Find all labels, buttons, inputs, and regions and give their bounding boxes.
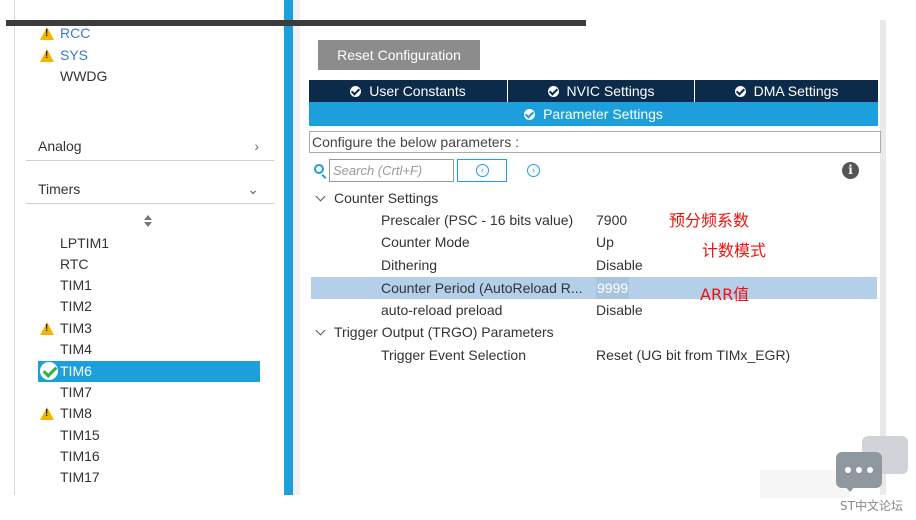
- sidebar-item-label: TIM8: [60, 405, 92, 421]
- param-name: Counter Mode: [381, 234, 470, 250]
- chevron-right-icon: ›: [254, 138, 259, 154]
- category-analog[interactable]: Analog ›: [38, 130, 273, 162]
- annotation-prescaler: 预分频系数: [669, 211, 750, 230]
- check-circle-icon: [547, 86, 559, 97]
- sort-icon[interactable]: [143, 214, 153, 228]
- sidebar-item-label: TIM6: [60, 363, 92, 379]
- configure-label: Configure the below parameters :: [309, 131, 881, 153]
- group-title: Counter Settings: [334, 190, 439, 206]
- warning-icon: [40, 407, 54, 420]
- group-counter-settings[interactable]: Counter Settings: [314, 187, 438, 209]
- sidebar-item-label: WWDG: [60, 68, 108, 84]
- panel-scrollbar[interactable]: [880, 20, 886, 495]
- param-row-counter-mode[interactable]: Counter Mode Up: [311, 231, 877, 253]
- chat-bubble-icon: [836, 452, 882, 492]
- sidebar-item-tim6[interactable]: TIM6: [38, 361, 260, 382]
- tab-nvic-settings[interactable]: NVIC Settings: [507, 80, 694, 102]
- search-prev-button[interactable]: ‹: [457, 159, 507, 182]
- category-label: Timers: [38, 181, 81, 197]
- tab-dma-settings[interactable]: DMA Settings: [694, 80, 878, 102]
- category-divider: [26, 160, 274, 161]
- search-next-button[interactable]: ›: [526, 163, 542, 179]
- search-icon: [314, 164, 324, 174]
- param-value[interactable]: Disable: [596, 254, 643, 276]
- param-value[interactable]: Up: [596, 231, 614, 253]
- watermark-text: ST中文论坛: [840, 499, 903, 513]
- tab-label: Parameter Settings: [543, 106, 663, 122]
- sidebar-item-label: TIM1: [60, 277, 92, 293]
- param-row-trigger-event-selection[interactable]: Trigger Event Selection Reset (UG bit fr…: [311, 344, 877, 366]
- sidebar-item-label: TIM7: [60, 384, 92, 400]
- tab-bar: User Constants NVIC Settings DMA Setting…: [309, 80, 878, 102]
- check-circle-icon: [524, 109, 536, 120]
- param-value[interactable]: Disable: [596, 299, 643, 321]
- chevron-down-icon: [315, 191, 326, 202]
- tab-label: NVIC Settings: [566, 83, 655, 99]
- warning-icon: [40, 322, 54, 335]
- tab-label: DMA Settings: [753, 83, 839, 99]
- sidebar-item-label: TIM16: [60, 448, 100, 464]
- sidebar-item-label: RCC: [60, 25, 91, 41]
- sidebar-item-label: LPTIM1: [60, 235, 110, 251]
- chevron-left-icon: ‹: [476, 164, 489, 177]
- annotation-arr: ARR值: [700, 285, 750, 304]
- panel-gap: [293, 0, 300, 495]
- category-label: Analog: [38, 138, 82, 154]
- tab-parameter-settings[interactable]: Parameter Settings: [309, 102, 878, 126]
- sidebar-item-label: SYS: [60, 47, 89, 63]
- param-row-dithering[interactable]: Dithering Disable: [311, 254, 877, 276]
- param-name: auto-reload preload: [381, 302, 503, 318]
- sidebar-item-label: TIM2: [60, 298, 92, 314]
- warning-icon: [40, 49, 54, 62]
- group-trigger-output[interactable]: Trigger Output (TRGO) Parameters: [314, 321, 554, 343]
- param-name: Trigger Event Selection: [381, 347, 526, 363]
- chevron-down-icon: [315, 325, 326, 336]
- check-circle-icon: [350, 86, 362, 97]
- param-name: Prescaler (PSC - 16 bits value): [381, 212, 574, 228]
- sidebar-item-label: RTC: [60, 256, 89, 272]
- tab-user-constants[interactable]: User Constants: [309, 80, 507, 102]
- check-circle-icon: [40, 362, 58, 380]
- param-row-prescaler[interactable]: Prescaler (PSC - 16 bits value) 7900: [311, 209, 877, 231]
- param-value[interactable]: 7900: [596, 209, 627, 231]
- param-value[interactable]: Reset (UG bit from TIMx_EGR): [596, 344, 790, 366]
- sidebar: RCC SYS WWDG Analog › Timers ⌄ LPTIM1 RT…: [0, 0, 276, 495]
- category-timers[interactable]: Timers ⌄: [38, 173, 273, 205]
- param-name: Counter Period (AutoReload R...: [381, 280, 583, 296]
- category-divider: [26, 203, 274, 204]
- panel-splitter[interactable]: [284, 0, 293, 495]
- sidebar-item-label: TIM15: [60, 427, 100, 443]
- panel-header-bar: [6, 20, 586, 26]
- check-circle-icon: [734, 86, 746, 97]
- tab-label: User Constants: [369, 83, 466, 99]
- param-value[interactable]: 9999: [596, 277, 630, 299]
- annotation-counter-mode: 计数模式: [702, 241, 767, 260]
- sidebar-item-label: TIM17: [60, 469, 100, 485]
- param-row-auto-reload-preload[interactable]: auto-reload preload Disable: [311, 299, 877, 321]
- sidebar-item-label: TIM3: [60, 320, 92, 336]
- info-icon[interactable]: i: [842, 162, 859, 179]
- reset-configuration-button[interactable]: Reset Configuration: [318, 40, 480, 70]
- group-title: Trigger Output (TRGO) Parameters: [334, 324, 554, 340]
- param-row-counter-period[interactable]: Counter Period (AutoReload R... 9999: [311, 277, 877, 299]
- tab-bar-active: Parameter Settings: [309, 102, 878, 126]
- chevron-down-icon: ⌄: [247, 181, 259, 197]
- warning-icon: [40, 27, 54, 40]
- sidebar-tree-line: [14, 0, 15, 495]
- chevron-right-icon: ›: [527, 164, 540, 177]
- param-name: Dithering: [381, 257, 438, 273]
- search-input[interactable]: [329, 159, 454, 182]
- sidebar-item-label: TIM4: [60, 341, 92, 357]
